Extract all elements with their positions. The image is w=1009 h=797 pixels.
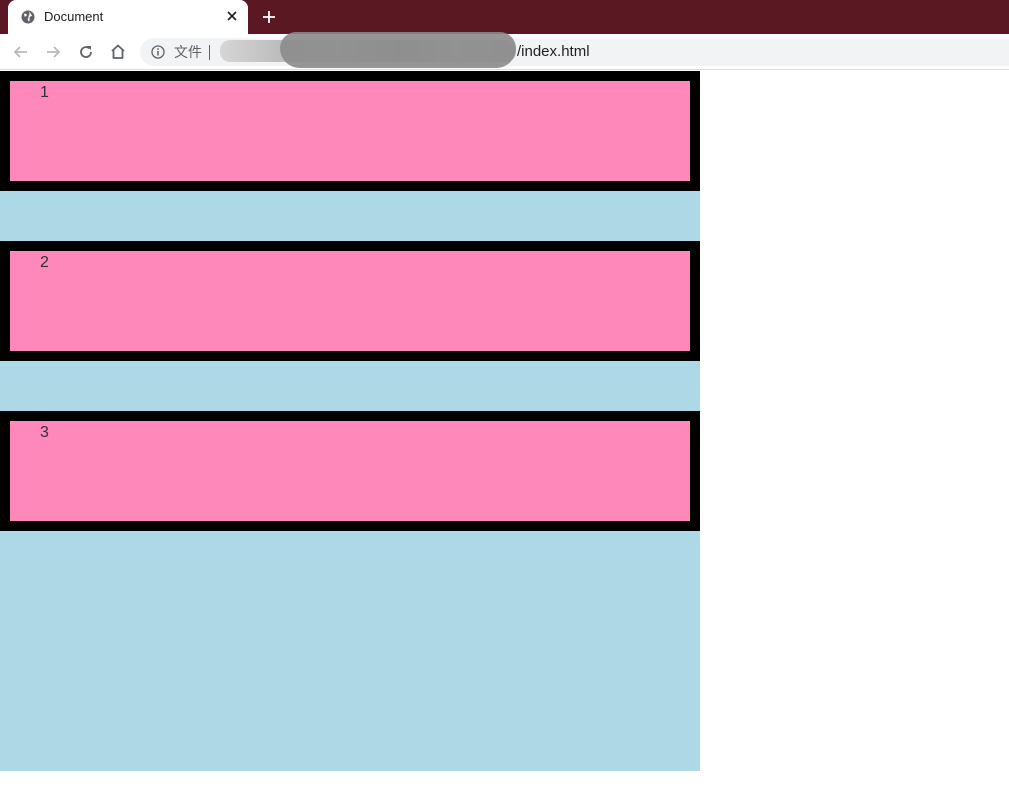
forward-arrow-icon[interactable] [44, 43, 62, 61]
home-icon[interactable] [109, 43, 127, 61]
security-label[interactable]: 文件 [174, 45, 202, 59]
close-icon[interactable] [226, 10, 238, 22]
reload-icon[interactable] [77, 43, 95, 61]
url-text[interactable]: /index.html [517, 44, 590, 60]
content-box: 3 [0, 411, 700, 531]
box-label: 1 [40, 84, 49, 101]
new-tab-icon[interactable] [262, 10, 276, 24]
omnibox-divider [209, 45, 210, 60]
back-arrow-icon[interactable] [12, 43, 30, 61]
box-label: 2 [40, 254, 49, 271]
redaction-smudge [280, 32, 516, 68]
tab-strip: Document [0, 0, 1009, 34]
box-label: 3 [40, 424, 49, 441]
browser-toolbar: 文件 /index.html [0, 32, 1009, 70]
content-box: 1 [0, 71, 700, 191]
page-viewport: 1 2 3 [0, 71, 1009, 797]
globe-icon [21, 10, 35, 24]
address-bar[interactable]: 文件 /index.html [140, 32, 1009, 68]
tab-title: Document [44, 9, 104, 24]
content-box: 2 [0, 241, 700, 361]
info-icon[interactable] [151, 45, 165, 59]
tab-document[interactable]: Document [8, 0, 248, 34]
content-container: 1 2 3 [0, 71, 700, 771]
